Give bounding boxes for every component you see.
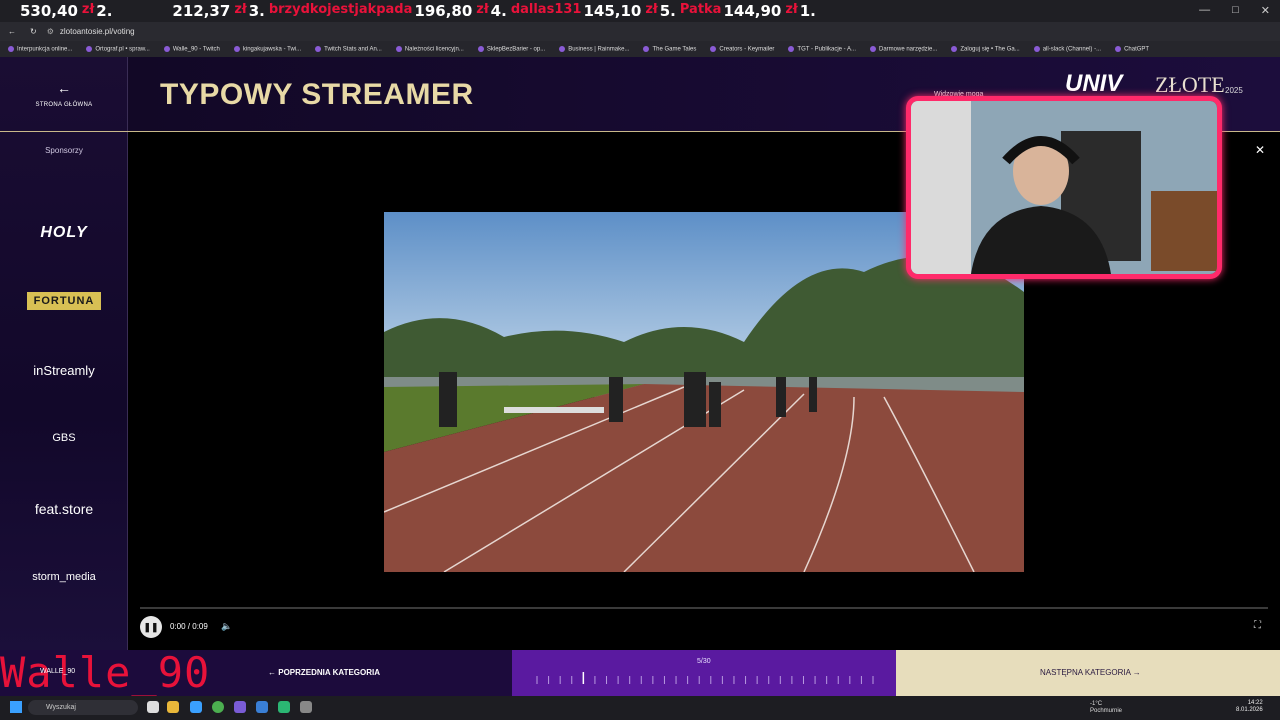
pause-button[interactable]: ❚❚: [140, 616, 162, 638]
next-category-label: NASTĘPNA KATEGORIA: [1040, 668, 1131, 677]
address-bar: ← ↻ ⚙ zlotoantosie.pl/voting: [0, 22, 1280, 41]
category-title: TYPOWY STREAMER: [160, 78, 474, 111]
windows-start-icon[interactable]: [10, 701, 22, 713]
ticker-rank: 5.: [659, 2, 676, 20]
category-counter: 5/30: [697, 658, 711, 665]
clock-date: 8.01.2026: [1236, 707, 1263, 713]
ticker-unit: zł: [645, 2, 658, 17]
webcam-feed: [911, 101, 1217, 274]
ticker-amount: 144,90: [723, 2, 782, 20]
weather-temp: -1°C: [1090, 701, 1103, 707]
next-category-button[interactable]: NASTĘPNA KATEGORIA →: [1040, 668, 1141, 677]
arrow-left-icon: ←: [57, 80, 71, 96]
bookmark-item[interactable]: The Game Tales: [643, 46, 696, 52]
arrow-left-icon: ←: [268, 668, 276, 677]
close-icon[interactable]: ✕: [1261, 4, 1270, 17]
brand-logo-year: 2025: [1225, 86, 1243, 95]
ticker-name: Patka: [679, 2, 722, 17]
ticker-unit: zł: [476, 2, 489, 17]
sponsor-holy[interactable]: HOLY: [0, 224, 128, 242]
bookmark-item[interactable]: Walle_90 - Twitch: [164, 46, 220, 52]
sponsor-featstore[interactable]: feat.store: [0, 501, 128, 517]
steam-icon[interactable]: [256, 701, 268, 713]
search-placeholder: Wyszukaj: [46, 704, 76, 711]
brand-logo-univ: UNIV: [1065, 70, 1123, 97]
ticker-amount: 145,10: [583, 2, 642, 20]
bookmark-item[interactable]: Interpunkcja online...: [8, 46, 72, 52]
ticker-rank: 1.: [799, 2, 816, 20]
bookmark-item[interactable]: Należności licencyjn...: [396, 46, 464, 52]
task-view-icon[interactable]: [147, 701, 159, 713]
clock-time: 14:22: [1247, 700, 1263, 706]
obs-icon[interactable]: [300, 701, 312, 713]
maximize-icon[interactable]: □: [1232, 4, 1239, 17]
bookmark-item[interactable]: Zaloguj się • The Ga...: [951, 46, 1019, 52]
taskbar-search[interactable]: Wyszukaj: [28, 700, 138, 715]
bookmark-item[interactable]: Twitch Stats and An...: [315, 46, 382, 52]
bookmark-item[interactable]: Creators - Keymailer: [710, 46, 774, 52]
prev-category-button[interactable]: ← POPRZEDNIA KATEGORIA: [268, 668, 380, 677]
ticker-rank: 2.: [96, 2, 113, 20]
bookmark-item[interactable]: kingakujawska - Twi...: [234, 46, 301, 52]
reload-icon[interactable]: ↻: [30, 27, 37, 36]
url-field[interactable]: zlotoantosie.pl/voting: [60, 27, 135, 36]
category-ticks: [536, 672, 874, 684]
bookmark-item[interactable]: Ortograf.pl • spraw...: [86, 46, 149, 52]
donation-ticker: 530,40 zł 2. 212,37 zł 3. brzydkojestjakpada…: [20, 2, 820, 22]
ticker-rank: 4.: [490, 2, 507, 20]
streamer-name-overlay: Walle_90: [0, 648, 211, 697]
brand-logo-zlote: ZŁOTE: [1155, 72, 1225, 97]
close-icon[interactable]: ✕: [1255, 143, 1265, 157]
streamer-name-small: WALLE_90: [40, 668, 76, 675]
edge-icon[interactable]: [190, 701, 202, 713]
chrome-icon[interactable]: [212, 701, 224, 713]
app-icon[interactable]: [278, 701, 290, 713]
sponsor-fortuna[interactable]: FORTUNA: [27, 292, 101, 310]
pause-icon: ❚❚: [143, 621, 159, 632]
sponsor-gbs[interactable]: GBS: [0, 432, 128, 444]
arrow-right-icon: →: [1132, 668, 1141, 677]
prev-category-label: POPRZEDNIA KATEGORIA: [278, 668, 381, 677]
bookmark-item[interactable]: TGT - Publikacje - A...: [788, 46, 856, 52]
ticker-name: brzydkojestjakpada: [268, 2, 413, 17]
ticker-unit: zł: [785, 2, 798, 17]
back-icon[interactable]: ←: [8, 27, 16, 36]
video-progress-bar[interactable]: [140, 607, 1268, 609]
sponsor-stormmedia[interactable]: storm_media: [0, 571, 128, 583]
ticker-name: dallas131: [510, 2, 582, 17]
volume-icon[interactable]: 🔈: [221, 621, 232, 632]
webcam-overlay: [906, 96, 1222, 279]
clock[interactable]: 14:22 8.01.2026: [1236, 700, 1263, 714]
sponsors-title: Sponsorzy: [45, 146, 83, 155]
ticker-unit: zł: [234, 2, 247, 17]
weather-widget[interactable]: -1°C Pochmurnie: [1090, 701, 1122, 715]
ticker-amount: 196,80: [414, 2, 473, 20]
ticker-unit: zł: [81, 2, 95, 17]
bookmark-item[interactable]: ChatGPT: [1115, 46, 1149, 52]
video-time: 0:00 / 0:09: [170, 622, 208, 631]
discord-icon[interactable]: [234, 701, 246, 713]
site-info-icon[interactable]: ⚙: [47, 27, 54, 36]
ticker-amount: 530,40: [20, 2, 78, 20]
weather-desc: Pochmurnie: [1090, 708, 1123, 714]
window-controls: — □ ✕: [1199, 4, 1270, 17]
file-explorer-icon[interactable]: [167, 701, 179, 713]
home-label: STRONA GŁÓWNA: [35, 102, 93, 108]
minimize-icon[interactable]: —: [1199, 4, 1210, 17]
ticker-rank: 3.: [248, 2, 265, 20]
bookmark-item[interactable]: SklepBezBarier - op...: [478, 46, 545, 52]
bookmarks-bar: Interpunkcja online... Ortograf.pl • spra…: [0, 41, 1280, 57]
ticker-amount: 212,37: [172, 2, 231, 20]
bookmark-item[interactable]: all-slack (Channel) -...: [1034, 46, 1101, 52]
bookmark-item[interactable]: Darmowe narzędzie...: [870, 46, 937, 52]
fullscreen-icon[interactable]: ⛶: [1254, 620, 1261, 631]
bookmark-item[interactable]: Business | Rainmake...: [559, 46, 629, 52]
home-button[interactable]: ← STRONA GŁÓWNA: [0, 57, 128, 132]
sponsor-instreamly[interactable]: inStreamly: [0, 363, 128, 378]
